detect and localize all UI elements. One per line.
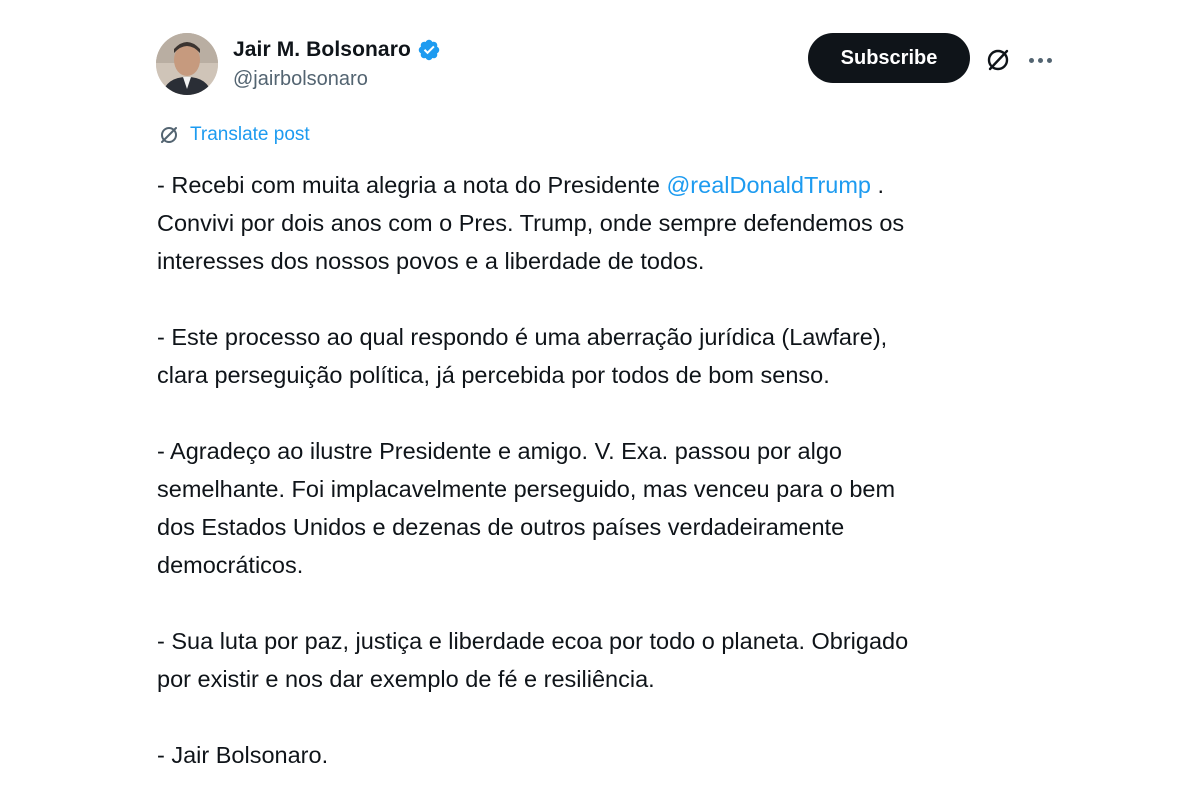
post-line: clara perseguição política, já percebida… [157,362,830,388]
grok-icon[interactable] [984,46,1012,74]
post-line: por existir e nos dar exemplo de fé e re… [157,666,655,692]
post-paragraph-1: - Recebi com muita alegria a nota do Pre… [157,166,1057,280]
post-line: democráticos. [157,552,304,578]
post-line: interesses dos nossos povos e a liberdad… [157,248,705,274]
avatar-image [156,33,218,95]
author-name-row: Jair M. Bolsonaro [233,36,441,64]
post-paragraph-5: - Jair Bolsonaro. [157,736,1057,774]
post-paragraph-2: - Este processo ao qual respondo é uma a… [157,318,1057,394]
post-paragraph-3: - Agradeço ao ilustre Presidente e amigo… [157,432,1057,584]
author-display-name[interactable]: Jair M. Bolsonaro [233,38,411,62]
verified-badge-icon[interactable] [417,38,441,62]
mention-link[interactable]: @realDonaldTrump [666,172,871,198]
post-line: Convivi por dois anos com o Pres. Trump,… [157,210,905,236]
post-paragraph-4: - Sua luta por paz, justiça e liberdade … [157,622,1057,698]
more-options-icon[interactable] [1026,46,1054,74]
translate-post-link[interactable]: Translate post [158,122,310,148]
author-handle[interactable]: @jairbolsonaro [233,68,368,91]
post-signature: - Jair Bolsonaro. [157,742,329,768]
subscribe-button[interactable]: Subscribe [808,33,970,83]
post-line: - Recebi com muita alegria a nota do Pre… [157,172,885,198]
post-line: - Agradeço ao ilustre Presidente e amigo… [157,438,842,464]
translate-post-label: Translate post [190,124,310,145]
post-container: Jair M. Bolsonaro @jairbolsonaro Subscri… [0,0,1200,800]
post-line: - Este processo ao qual respondo é uma a… [157,324,888,350]
avatar[interactable] [156,33,218,95]
post-line: semelhante. Foi implacavelmente persegui… [157,476,896,502]
post-line: - Sua luta por paz, justiça e liberdade … [157,628,909,654]
post-line: dos Estados Unidos e dezenas de outros p… [157,514,845,540]
post-body: - Recebi com muita alegria a nota do Pre… [157,166,1057,774]
translate-icon [161,127,177,143]
